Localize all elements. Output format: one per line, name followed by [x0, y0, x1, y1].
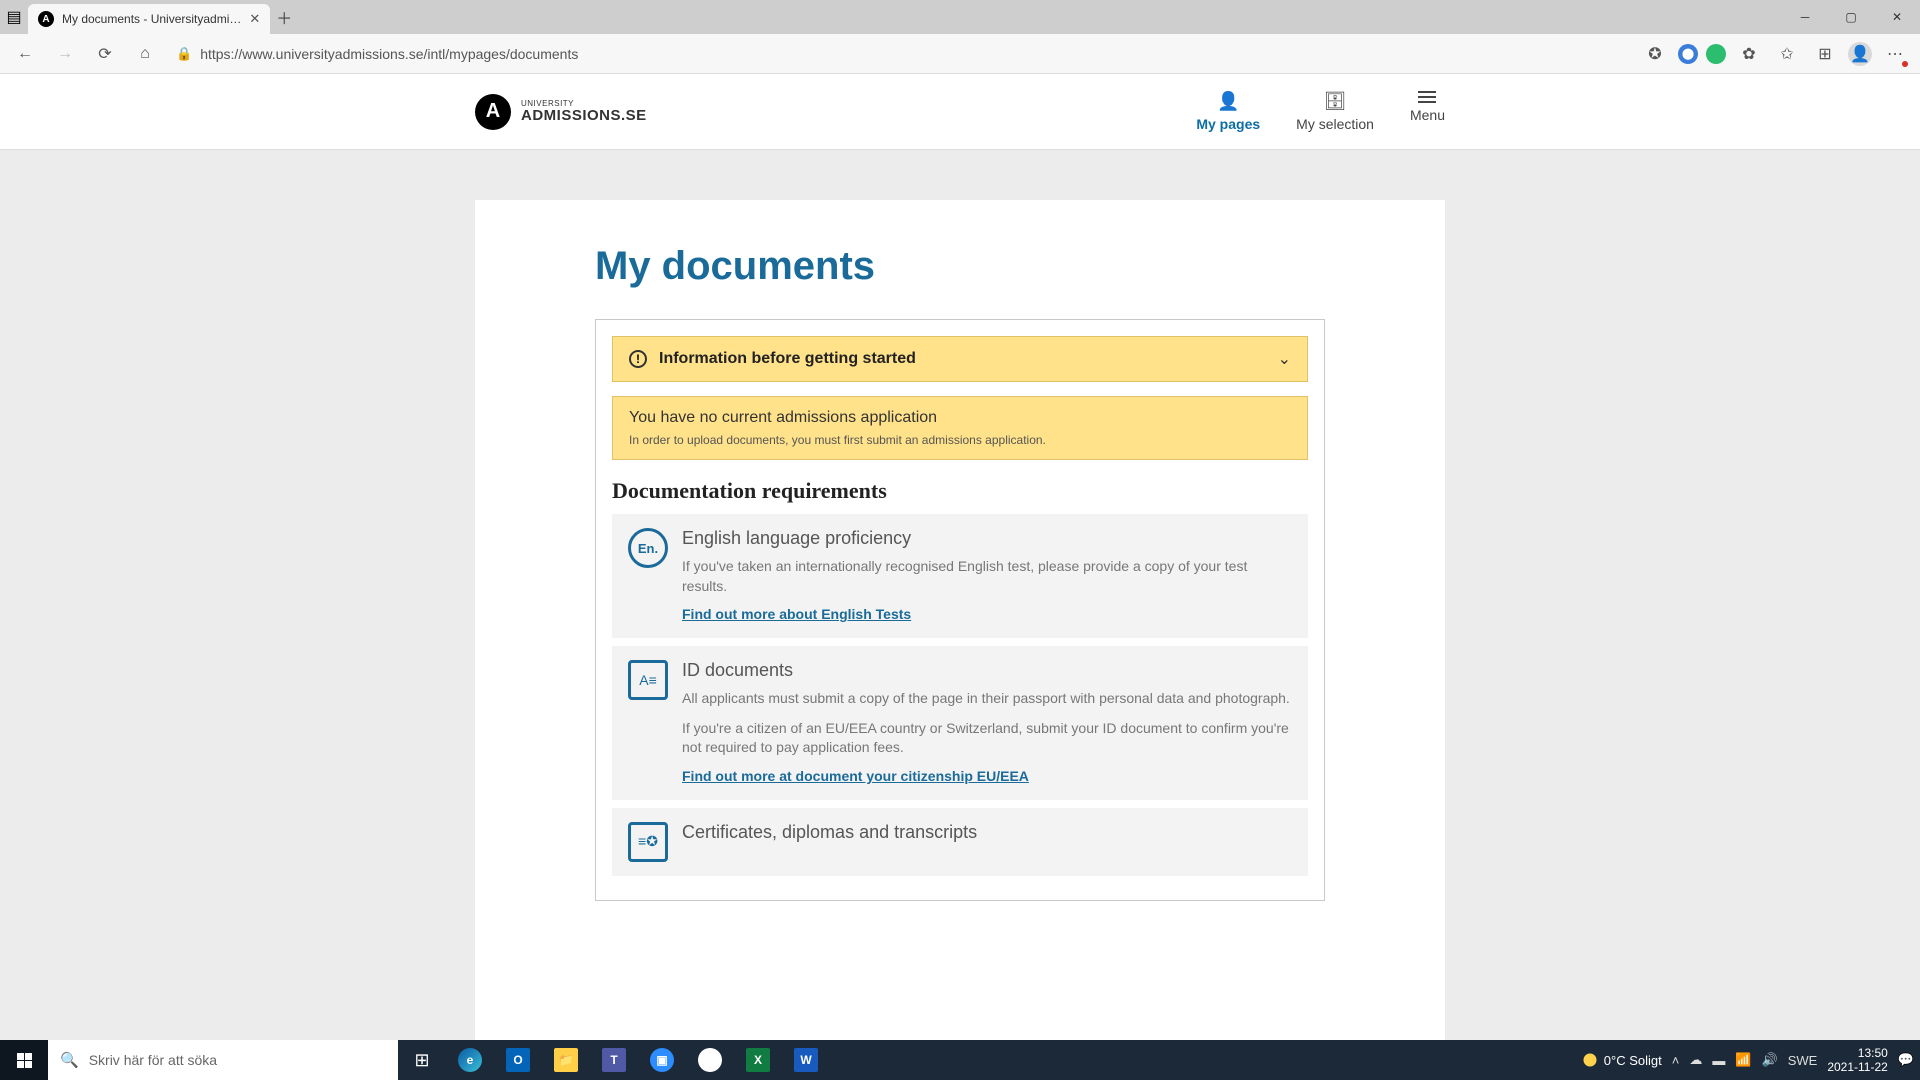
site-nav: 👤 My pages 🗄 My selection Menu — [1196, 91, 1445, 132]
language-indicator[interactable]: SWE — [1788, 1053, 1818, 1068]
profile-avatar[interactable]: 👤 — [1848, 42, 1872, 66]
app-edge[interactable]: e — [446, 1040, 494, 1080]
nav-label: My selection — [1296, 116, 1374, 132]
page-title: My documents — [595, 244, 1445, 289]
browser-toolbar: ← → ⟳ ⌂ 🔒 https://www.universityadmissio… — [0, 34, 1920, 74]
requirement-card-english: En. English language proficiency If you'… — [612, 514, 1308, 638]
english-icon: En. — [628, 528, 668, 568]
warning-text: In order to upload documents, you must f… — [629, 433, 1291, 447]
requirement-card-id: A≡ ID documents All applicants must subm… — [612, 646, 1308, 800]
refresh-button[interactable]: ⟳ — [90, 39, 120, 69]
requirement-title: Certificates, diplomas and transcripts — [682, 822, 1292, 843]
search-placeholder: Skriv här för att söka — [89, 1052, 217, 1068]
start-button[interactable] — [0, 1040, 48, 1080]
favorites-icon[interactable]: ✩ — [1772, 39, 1802, 69]
app-explorer[interactable]: 📁 — [542, 1040, 590, 1080]
extension-icon-1[interactable]: ⬤ — [1678, 44, 1698, 64]
requirement-title: English language proficiency — [682, 528, 1292, 549]
tray-expand-icon[interactable]: ˄ — [1672, 1053, 1680, 1068]
nav-label: Menu — [1410, 107, 1445, 123]
app-excel[interactable]: X — [734, 1040, 782, 1080]
system-tray: 0°C Soligt ˄ ☁ ▬ 📶 🔊 SWE 13:50 2021-11-2… — [1582, 1046, 1920, 1075]
notifications-icon[interactable]: 💬 — [1898, 1052, 1914, 1068]
battery-icon[interactable]: ▬ — [1712, 1053, 1725, 1068]
tab-strip: ▤ A My documents - Universityadmi… ✕ ＋ — [0, 0, 298, 34]
forward-button: → — [50, 39, 80, 69]
sun-icon — [1582, 1052, 1598, 1068]
requirement-title: ID documents — [682, 660, 1292, 681]
new-tab-button[interactable]: ＋ — [270, 3, 298, 31]
info-banner[interactable]: ! Information before getting started ⌄ — [612, 336, 1308, 382]
address-bar[interactable]: 🔒 https://www.universityadmissions.se/in… — [170, 46, 1630, 62]
app-word[interactable]: W — [782, 1040, 830, 1080]
minimize-button[interactable]: ─ — [1782, 0, 1828, 34]
content-box: ! Information before getting started ⌄ Y… — [595, 319, 1325, 901]
section-heading: Documentation requirements — [612, 478, 1308, 504]
app-slack[interactable]: ✦ — [686, 1040, 734, 1080]
task-icons: ⊞ e O 📁 T ▣ ✦ X W — [398, 1040, 830, 1080]
warning-title: You have no current admissions applicati… — [629, 409, 1291, 427]
nav-label: My pages — [1196, 116, 1260, 132]
nav-menu[interactable]: Menu — [1410, 91, 1445, 132]
collections-icon[interactable]: ⊞ — [1810, 39, 1840, 69]
nav-my-pages[interactable]: 👤 My pages — [1196, 91, 1260, 132]
lock-icon: 🔒 — [176, 46, 192, 62]
requirement-link[interactable]: Find out more at document your citizensh… — [682, 768, 1029, 784]
person-icon: 👤 — [1217, 91, 1239, 112]
tab-actions-icon[interactable]: ▤ — [0, 0, 28, 34]
wifi-icon[interactable]: 📶 — [1735, 1052, 1751, 1068]
requirement-text: If you've taken an internationally recog… — [682, 557, 1292, 596]
site-header: A UNIVERSITY ADMISSIONS.SE 👤 My pages 🗄 … — [0, 74, 1920, 150]
browser-tab[interactable]: A My documents - Universityadmi… ✕ — [28, 4, 270, 34]
tracking-icon[interactable]: ✪ — [1640, 39, 1670, 69]
chevron-down-icon: ⌄ — [1278, 349, 1291, 369]
requirement-text: All applicants must submit a copy of the… — [682, 689, 1292, 709]
windows-taskbar: 🔍 Skriv här för att söka ⊞ e O 📁 T ▣ ✦ X… — [0, 1040, 1920, 1080]
app-zoom[interactable]: ▣ — [638, 1040, 686, 1080]
back-button[interactable]: ← — [10, 39, 40, 69]
close-window-button[interactable]: ✕ — [1874, 0, 1920, 34]
nav-my-selection[interactable]: 🗄 My selection — [1296, 91, 1374, 132]
weather-widget[interactable]: 0°C Soligt — [1582, 1052, 1662, 1068]
tab-title: My documents - Universityadmi… — [62, 12, 241, 26]
warning-banner: You have no current admissions applicati… — [612, 396, 1308, 460]
home-button[interactable]: ⌂ — [130, 39, 160, 69]
app-teams[interactable]: T — [590, 1040, 638, 1080]
logo-text: UNIVERSITY ADMISSIONS.SE — [521, 100, 647, 123]
logo-icon: A — [475, 94, 511, 130]
onedrive-icon[interactable]: ☁ — [1689, 1052, 1702, 1068]
window-controls: ─ ▢ ✕ — [1782, 0, 1920, 34]
extensions-icon[interactable]: ✿ — [1734, 39, 1764, 69]
task-view-icon[interactable]: ⊞ — [398, 1040, 446, 1080]
briefcase-icon: 🗄 — [1324, 91, 1347, 112]
settings-more-icon[interactable]: ⋯ — [1880, 39, 1910, 69]
requirement-text: If you're a citizen of an EU/EEA country… — [682, 719, 1292, 758]
page-card: My documents ! Information before gettin… — [475, 200, 1445, 1040]
hamburger-icon — [1418, 91, 1436, 103]
clock[interactable]: 13:50 2021-11-22 — [1827, 1046, 1888, 1075]
browser-titlebar: ▤ A My documents - Universityadmi… ✕ ＋ ─… — [0, 0, 1920, 34]
requirement-link[interactable]: Find out more about English Tests — [682, 606, 911, 622]
favicon-icon: A — [38, 11, 54, 27]
url-text: https://www.universityadmissions.se/intl… — [200, 46, 578, 62]
site-logo[interactable]: A UNIVERSITY ADMISSIONS.SE — [475, 94, 647, 130]
id-card-icon: A≡ — [628, 660, 668, 700]
certificate-icon: ≡✪ — [628, 822, 668, 862]
taskbar-search[interactable]: 🔍 Skriv här för att söka — [48, 1040, 398, 1080]
toolbar-right: ✪ ⬤ ✿ ✩ ⊞ 👤 ⋯ — [1640, 39, 1910, 69]
page-background: My documents ! Information before gettin… — [0, 150, 1920, 1040]
close-tab-icon[interactable]: ✕ — [249, 11, 260, 27]
maximize-button[interactable]: ▢ — [1828, 0, 1874, 34]
requirement-card-certificates: ≡✪ Certificates, diplomas and transcript… — [612, 808, 1308, 876]
info-icon: ! — [629, 350, 647, 368]
volume-icon[interactable]: 🔊 — [1762, 1052, 1778, 1068]
extension-icon-2[interactable] — [1706, 44, 1726, 64]
search-icon: 🔍 — [60, 1051, 79, 1069]
info-banner-title: Information before getting started — [659, 350, 1266, 368]
windows-icon — [17, 1053, 32, 1068]
app-outlook[interactable]: O — [494, 1040, 542, 1080]
